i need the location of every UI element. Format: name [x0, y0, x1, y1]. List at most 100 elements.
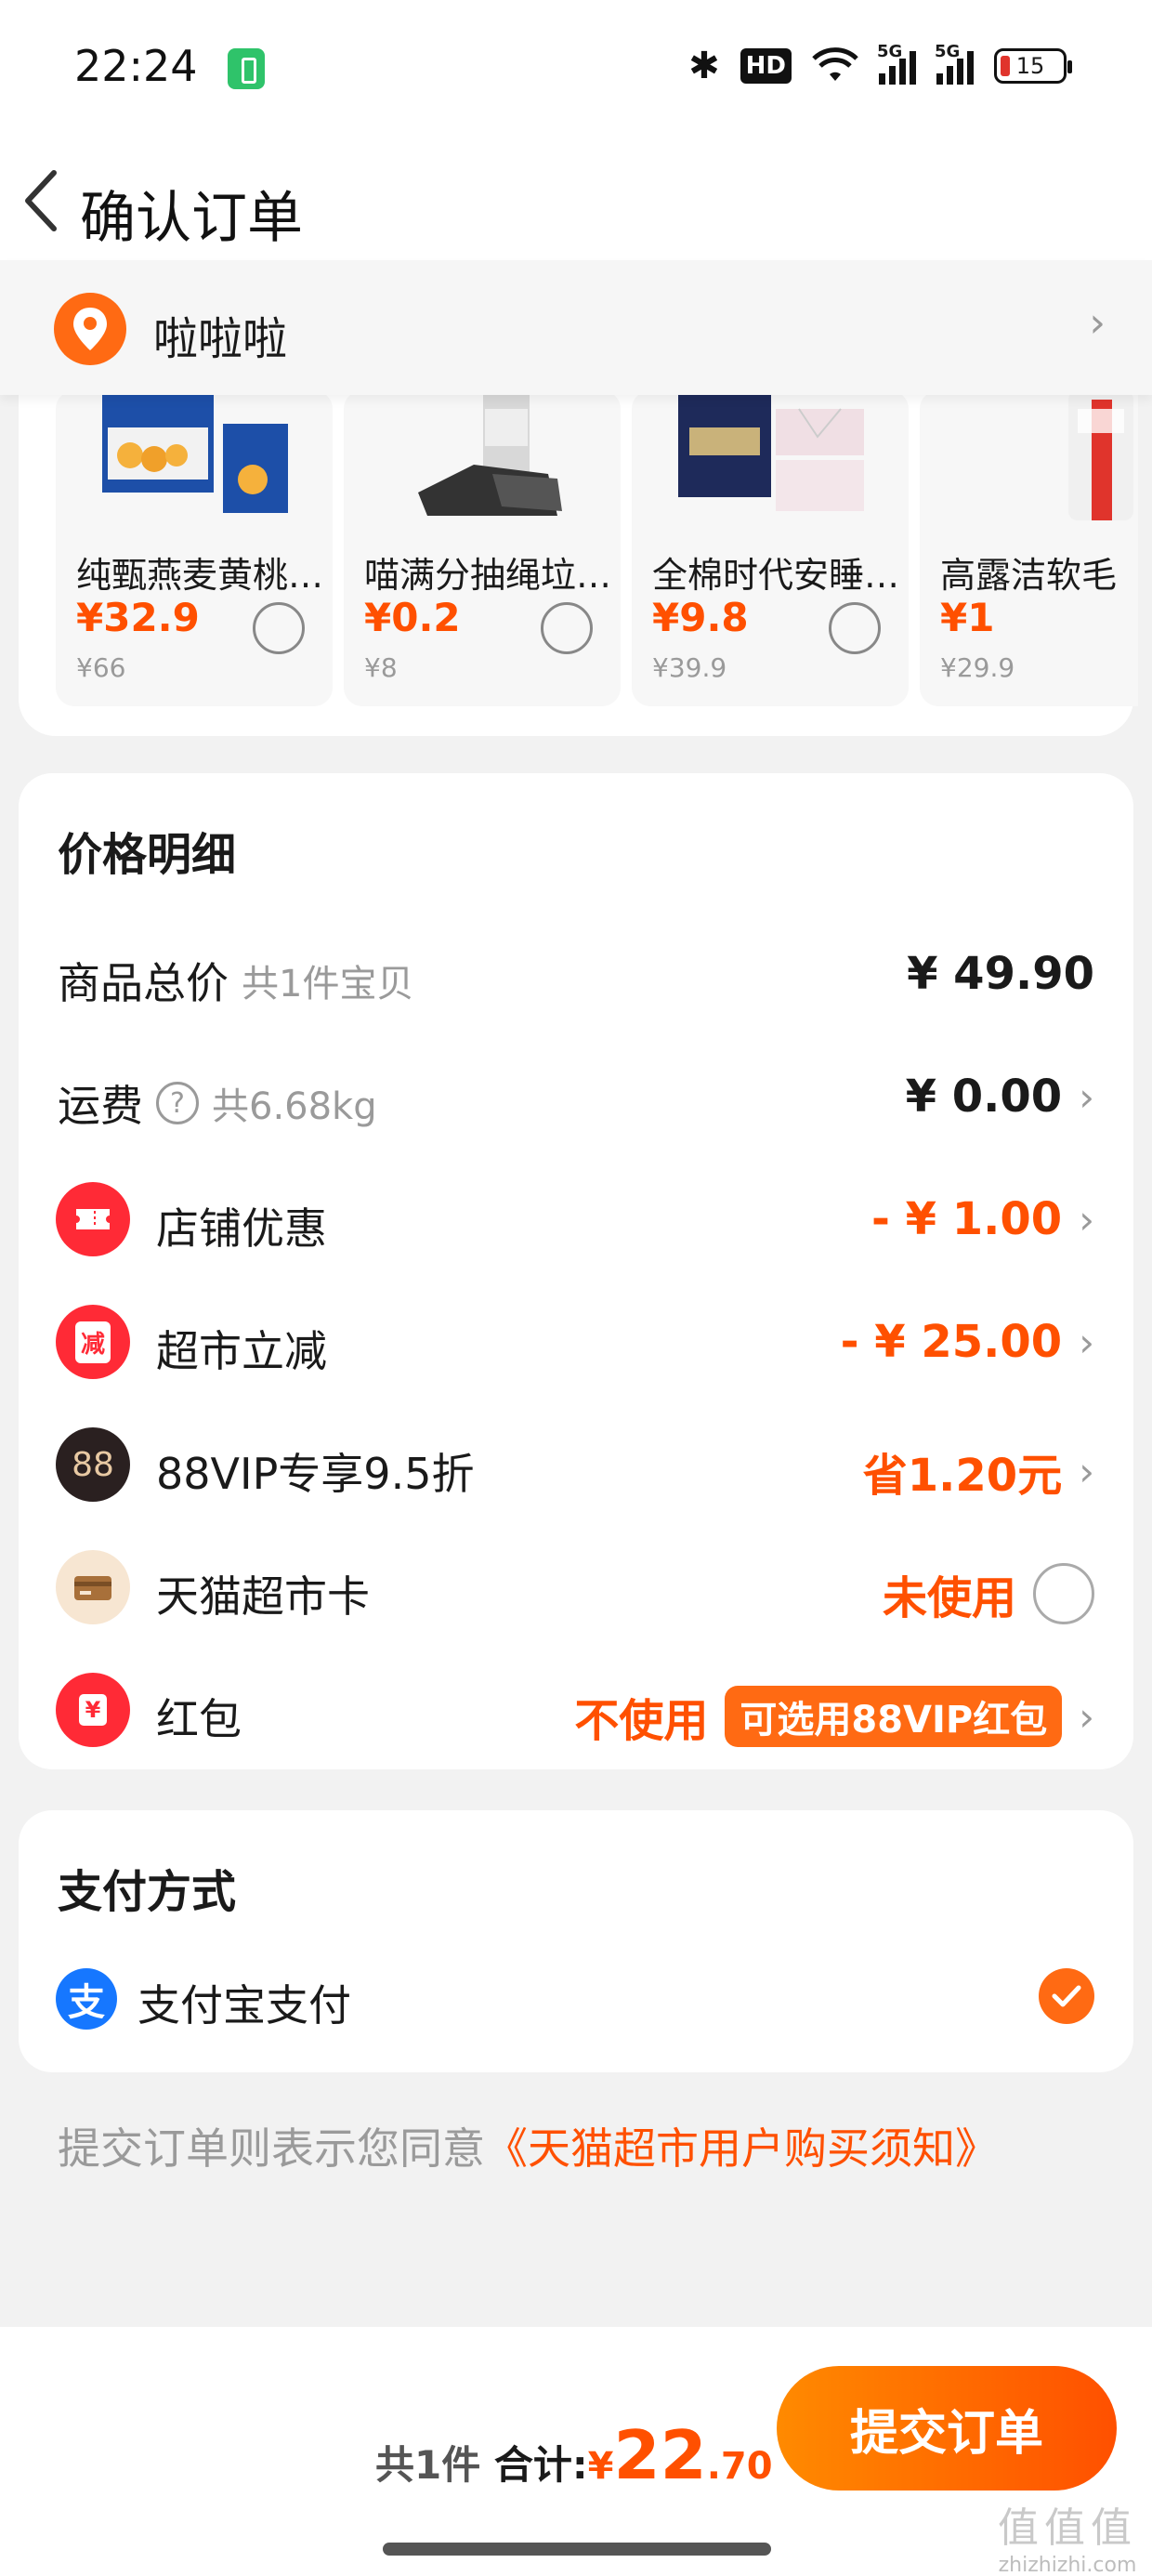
agreement-link[interactable]: 《天猫超市用户购买须知》: [485, 2123, 998, 2174]
vip-row[interactable]: 88 88VIP专享9.5折 省1.20元 ›: [19, 1403, 1133, 1526]
product-radio[interactable]: [253, 602, 305, 654]
product-original-price: ¥39.9: [652, 652, 727, 683]
discount-cut-icon: 减: [56, 1305, 130, 1379]
chevron-right-icon: ›: [1079, 1196, 1094, 1242]
product-price: ¥32.9: [76, 595, 200, 640]
item-count: 共1件: [375, 2442, 481, 2488]
market-card-label: 天猫超市卡: [156, 1571, 370, 1622]
payment-method-label: 支付宝支付: [137, 1980, 351, 2031]
wifi-icon: [812, 47, 858, 85]
address-name: 啦啦啦: [153, 313, 288, 365]
product-item[interactable]: 喵满分抽绳垃… ¥0.2 ¥8: [344, 390, 621, 706]
product-original-price: ¥8: [364, 652, 398, 683]
signal-icon-1: 5G: [877, 42, 916, 85]
red-packet-value: 不使用 可选用88VIP红包 ›: [574, 1684, 1094, 1749]
vip-label: 88VIP专享9.5折: [156, 1449, 475, 1499]
signal-icon-2: 5G: [935, 42, 974, 85]
status-time: 22:24: [74, 41, 198, 91]
total-currency: ¥: [587, 2445, 614, 2488]
product-list[interactable]: 纯甄燕麦黄桃… ¥32.9 ¥66 喵满分抽绳垃… ¥0.2 ¥8 全棉时代安睡…: [56, 390, 1138, 706]
market-card-status: 未使用: [882, 1572, 1016, 1624]
chevron-right-icon: ›: [1079, 1693, 1094, 1740]
products-card: 纯甄燕麦黄桃… ¥32.9 ¥66 喵满分抽绳垃… ¥0.2 ¥8 全棉时代安睡…: [19, 372, 1138, 736]
shipping-amount: ¥ 0.00: [905, 1071, 1063, 1123]
red-packet-icon: ¥: [56, 1673, 130, 1747]
address-row[interactable]: 啦啦啦 ›: [0, 260, 1152, 395]
product-item[interactable]: 高露洁软毛 ¥1 ¥29.9: [920, 390, 1138, 706]
location-pin-icon: [54, 293, 126, 365]
chevron-left-icon[interactable]: [13, 165, 69, 236]
shipping-value: ¥ 0.00 ›: [906, 1071, 1094, 1123]
market-card-radio[interactable]: [1033, 1563, 1094, 1624]
question-icon[interactable]: ?: [156, 1082, 199, 1124]
chevron-right-icon: ›: [1089, 299, 1106, 347]
product-item[interactable]: 纯甄燕麦黄桃… ¥32.9 ¥66: [56, 390, 333, 706]
product-name: 全棉时代安睡…: [652, 555, 900, 596]
payment-card: 支付方式 支 支付宝支付: [19, 1810, 1133, 2072]
chevron-right-icon: ›: [1079, 1073, 1094, 1120]
shipping-label: 运费: [58, 1081, 143, 1131]
checkmark-icon[interactable]: [1039, 1968, 1094, 2024]
price-detail-card: 价格明细 商品总价 共1件宝贝 ¥ 49.90 运费 ? 共6.68kg ¥ 0…: [19, 773, 1133, 1769]
payment-option-alipay[interactable]: 支 支付宝支付: [19, 1968, 1133, 2061]
product-price: ¥1: [940, 595, 995, 640]
product-name: 纯甄燕麦黄桃…: [76, 555, 324, 596]
red-packet-row[interactable]: ¥ 红包 不使用 可选用88VIP红包 ›: [19, 1649, 1133, 1771]
total-integer: 22: [613, 2416, 707, 2494]
shipping-row[interactable]: 运费 ? 共6.68kg ¥ 0.00 ›: [19, 1035, 1133, 1158]
product-original-price: ¥66: [76, 652, 126, 683]
goods-total-label: 商品总价: [58, 958, 229, 1008]
chevron-right-icon: ›: [1079, 1319, 1094, 1365]
hd-icon: HD: [740, 48, 792, 84]
status-icons: ✱ HD 5G 5G 15: [688, 42, 1072, 87]
goods-total-label-group: 商品总价 共1件宝贝: [58, 950, 413, 1011]
agreement-prefix: 提交订单则表示您同意: [58, 2123, 485, 2174]
order-summary: 共1件 合计:¥22.70: [375, 2416, 773, 2494]
product-image: [669, 390, 873, 520]
vip-88-icon: 88: [56, 1427, 130, 1502]
product-original-price: ¥29.9: [940, 652, 1015, 683]
coupon-icon: [56, 1182, 130, 1256]
bluetooth-icon: ✱: [688, 45, 720, 87]
watermark: 值值值 zhizhizhi.com: [998, 2494, 1137, 2576]
shop-discount-row[interactable]: 店铺优惠 - ¥ 1.00 ›: [19, 1158, 1133, 1281]
market-cut-row[interactable]: 减 超市立减 - ¥ 25.00 ›: [19, 1281, 1133, 1403]
status-bar: 22:24 ✱ HD 5G 5G 15: [0, 0, 1152, 139]
vip-red-packet-tag[interactable]: 可选用88VIP红包: [725, 1686, 1063, 1747]
shop-discount-value: - ¥ 1.00 ›: [871, 1193, 1094, 1245]
price-detail-title: 价格明细: [58, 829, 237, 881]
market-cut-label: 超市立减: [156, 1326, 327, 1376]
product-price: ¥9.8: [652, 595, 749, 640]
product-image: [957, 390, 1138, 520]
product-radio[interactable]: [829, 602, 881, 654]
product-name: 高露洁软毛: [940, 555, 1118, 596]
vip-saving: 省1.20元: [862, 1450, 1063, 1502]
red-packet-label: 红包: [156, 1694, 242, 1744]
goods-total-row: 商品总价 共1件宝贝 ¥ 49.90: [19, 913, 1133, 1035]
payment-title: 支付方式: [58, 1866, 237, 1918]
shipping-weight: 共6.68kg: [212, 1085, 377, 1128]
total-label: 合计:: [493, 2442, 588, 2488]
product-radio[interactable]: [541, 602, 593, 654]
goods-total-count: 共1件宝贝: [242, 963, 414, 1005]
shipping-label-group: 运费 ? 共6.68kg: [58, 1072, 377, 1134]
page: 22:24 ✱ HD 5G 5G 15 确认订单 啦啦啦 › 纯甄燕麦黄桃… ¥…: [0, 0, 1152, 2576]
goods-total-value: ¥ 49.90: [907, 948, 1094, 1000]
product-item[interactable]: 全棉时代安睡… ¥9.8 ¥39.9: [632, 390, 909, 706]
nav-bar: 确认订单: [0, 139, 1152, 260]
watermark-url: zhizhizhi.com: [998, 2554, 1137, 2576]
market-cut-amount: - ¥ 25.00: [840, 1316, 1063, 1368]
product-image: [93, 390, 297, 520]
market-cut-value: - ¥ 25.00 ›: [841, 1316, 1094, 1368]
chevron-right-icon: ›: [1079, 1448, 1094, 1494]
battery-level: 15: [1015, 53, 1045, 79]
product-name: 喵满分抽绳垃…: [364, 555, 612, 596]
total-amount: ¥22.70: [587, 2416, 773, 2494]
home-indicator[interactable]: [383, 2543, 771, 2556]
market-card-row[interactable]: 天猫超市卡 未使用: [19, 1526, 1133, 1649]
alipay-icon: 支: [56, 1968, 117, 2030]
product-price: ¥0.2: [364, 595, 461, 640]
watermark-logo: 值值值: [998, 2504, 1137, 2552]
submit-order-button[interactable]: 提交订单: [777, 2366, 1117, 2491]
total-decimal: .70: [706, 2445, 773, 2488]
